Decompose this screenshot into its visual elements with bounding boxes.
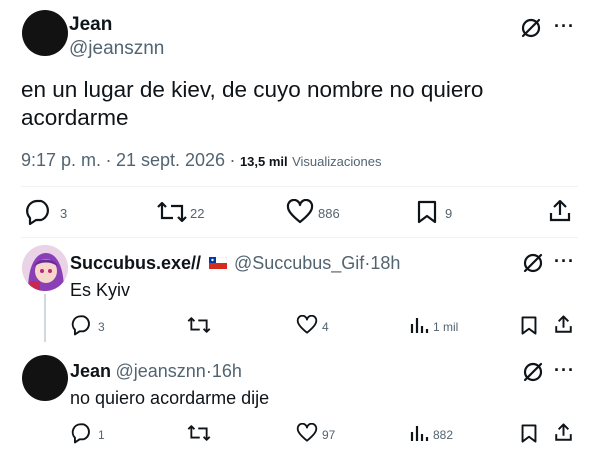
tweet-text-line2: acordarme (21, 105, 129, 130)
like-icon[interactable] (296, 423, 318, 443)
views-icon[interactable] (409, 315, 429, 335)
chile-flag-icon (208, 256, 227, 274)
reply-icon[interactable] (70, 422, 94, 444)
more-icon[interactable]: ··· (554, 251, 575, 272)
author-avatar[interactable] (22, 10, 68, 56)
reply1-text: Es Kyiv (70, 280, 131, 300)
share-icon[interactable] (553, 422, 574, 443)
views-count: 13,5 mil (239, 154, 288, 169)
grok-icon[interactable] (521, 251, 545, 275)
like-count: 886 (318, 206, 340, 221)
grok-icon[interactable] (519, 16, 543, 40)
share-icon[interactable] (553, 314, 574, 335)
reply2-time[interactable]: 16h (212, 361, 242, 381)
reply2-avatar[interactable] (22, 355, 68, 401)
reply-icon[interactable] (24, 198, 54, 226)
meta-separator: · (229, 150, 236, 170)
bookmark-icon[interactable] (520, 315, 538, 336)
like-icon[interactable] (296, 315, 318, 335)
divider (21, 186, 578, 187)
reply2-header: Jean @jeansznn·16h (70, 361, 242, 382)
share-icon[interactable] (547, 198, 573, 224)
reply-count: 3 (98, 320, 105, 334)
grok-icon[interactable] (521, 360, 545, 384)
retweet-count: 22 (190, 206, 205, 221)
bookmark-icon[interactable] (520, 423, 538, 444)
tweet-text-line1: en un lugar de kiev, de cuyo nombre no q… (21, 77, 484, 102)
bookmark-count: 9 (445, 206, 453, 221)
tweet-meta: 9:17 p. m. · 21 sept. 2026 · 13,5 mil Vi… (21, 150, 381, 171)
divider (21, 237, 578, 238)
reply2-author-name[interactable]: Jean (70, 361, 111, 381)
tweet-date[interactable]: 21 sept. 2026 (116, 150, 225, 170)
reply-count: 3 (60, 206, 68, 221)
more-icon[interactable]: ··· (554, 360, 575, 381)
retweet-icon[interactable] (155, 199, 189, 225)
like-icon[interactable] (286, 199, 314, 225)
views-label[interactable]: Visualizaciones (292, 154, 381, 169)
like-count: 97 (322, 428, 336, 442)
views-count: 1 mil (433, 320, 459, 334)
reply1-author-handle[interactable]: @Succubus_Gif (234, 253, 364, 273)
like-count: 4 (322, 320, 329, 334)
tweet-time[interactable]: 9:17 p. m. (21, 150, 101, 170)
reply1-author-name[interactable]: Succubus.exe// (70, 253, 201, 273)
more-icon[interactable]: ··· (554, 16, 575, 37)
author-handle[interactable]: @jeansznn (69, 38, 164, 60)
views-icon[interactable] (409, 423, 429, 443)
reply1-time[interactable]: 18h (370, 253, 400, 273)
reply-count: 1 (98, 428, 105, 442)
retweet-icon[interactable] (186, 315, 212, 335)
author-name[interactable]: Jean (69, 14, 112, 36)
reply1-thread-line (44, 294, 46, 342)
bookmark-icon[interactable] (416, 199, 438, 225)
reply1-avatar[interactable] (22, 245, 68, 291)
reply-icon[interactable] (70, 314, 94, 336)
reply1-header: Succubus.exe// @Succubus_Gif·18h (70, 253, 400, 274)
meta-separator: · (105, 150, 112, 170)
reply2-author-handle[interactable]: @jeansznn (115, 361, 205, 381)
retweet-icon[interactable] (186, 423, 212, 443)
reply2-text: no quiero acordarme dije (70, 388, 270, 408)
views-count: 882 (433, 428, 454, 442)
